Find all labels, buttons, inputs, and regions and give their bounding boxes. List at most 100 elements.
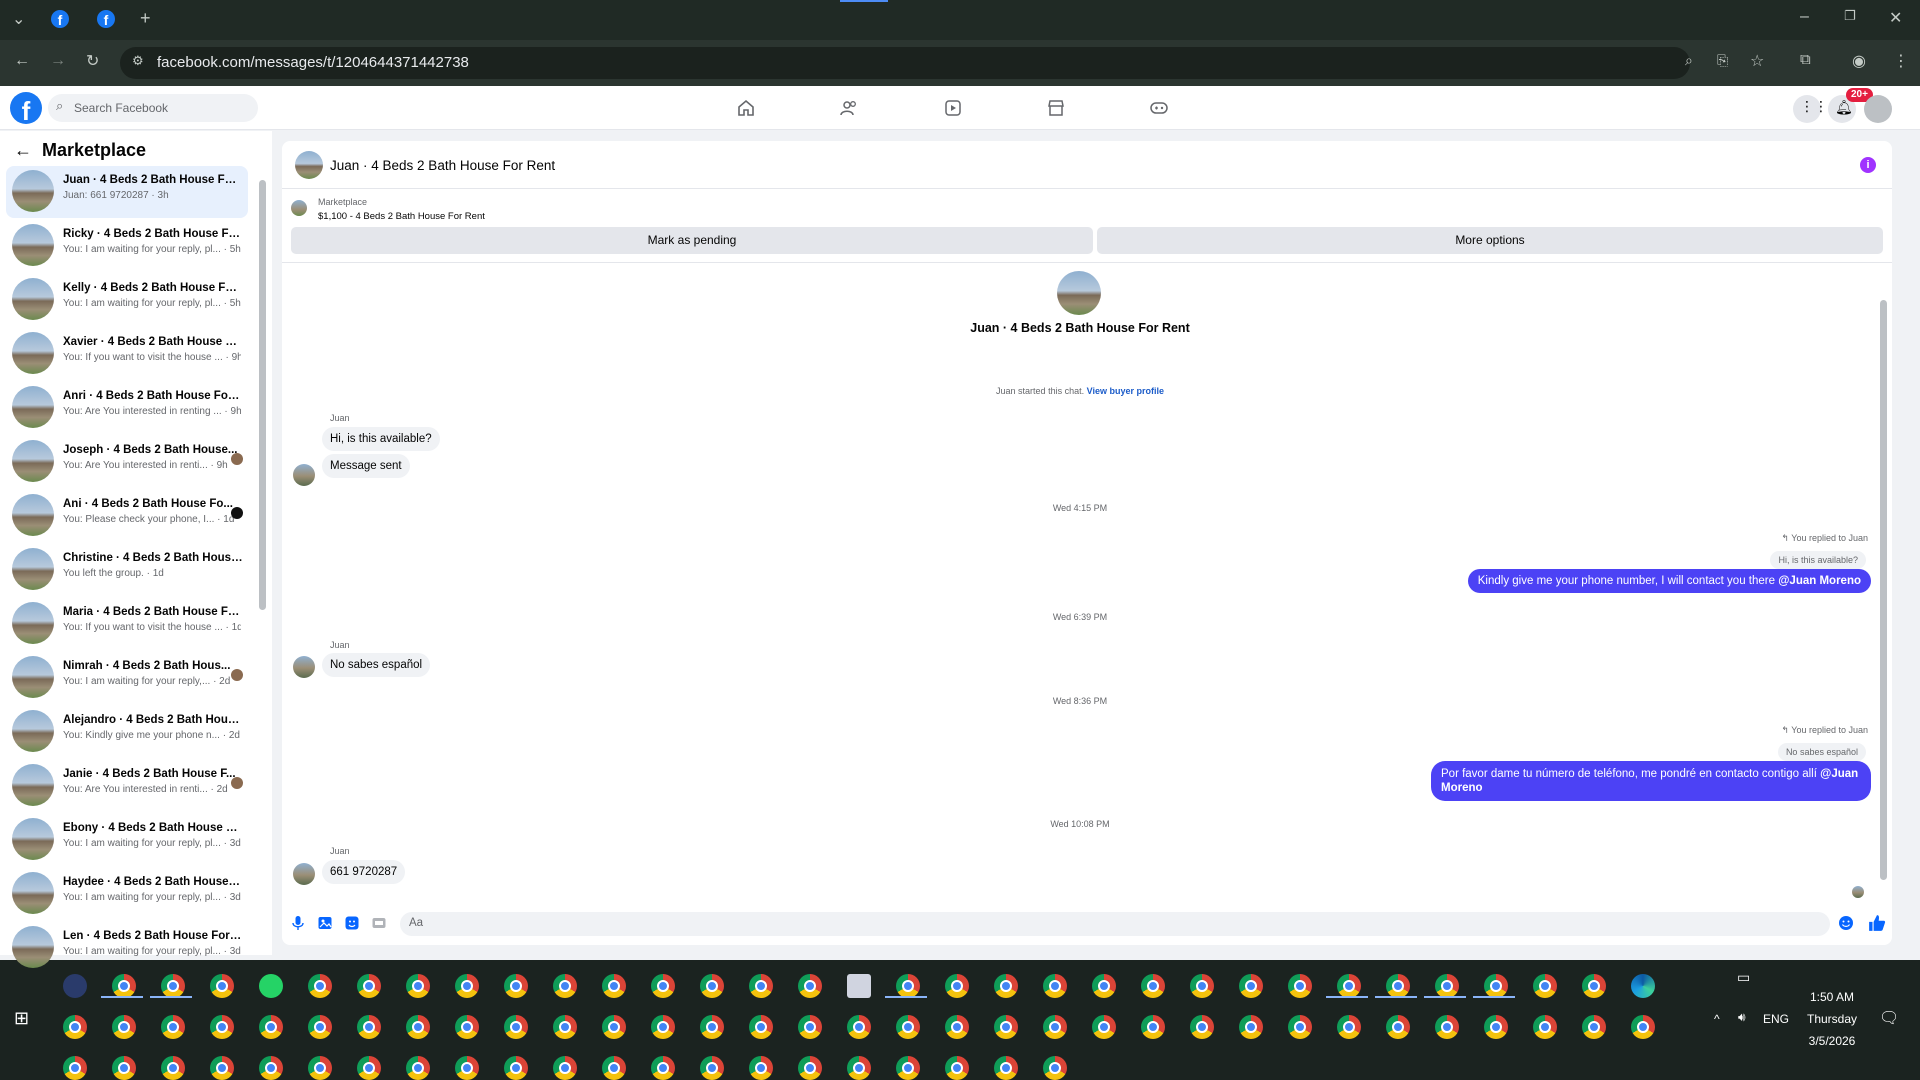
chrome-taskbar-icon[interactable] [994, 974, 1018, 998]
chrome-taskbar-icon[interactable] [553, 974, 577, 998]
chrome-taskbar-icon[interactable] [406, 1056, 430, 1080]
chrome-taskbar-icon[interactable] [1484, 974, 1508, 998]
chrome-taskbar-icon[interactable] [455, 1015, 479, 1039]
chrome-taskbar-icon[interactable] [1484, 1015, 1508, 1039]
conversation-item[interactable]: Anri · 4 Beds 2 Bath House For ... You: A… [6, 382, 248, 434]
conversation-item[interactable]: Alejandro · 4 Beds 2 Bath Hous... You: Ki… [6, 706, 248, 758]
chrome-taskbar-icon[interactable] [896, 1056, 920, 1080]
chrome-taskbar-icon[interactable] [945, 974, 969, 998]
chrome-taskbar-icon[interactable] [357, 1015, 381, 1039]
conversation-item[interactable]: Xavier · 4 Beds 2 Bath House Fo... You: I… [6, 328, 248, 380]
chrome-taskbar-icon[interactable] [259, 1015, 283, 1039]
chrome-taskbar-icon[interactable] [798, 1056, 822, 1080]
whatsapp-icon[interactable] [259, 974, 283, 998]
facebook-tab-icon[interactable]: f [51, 10, 69, 28]
emoji-icon[interactable] [1838, 915, 1854, 931]
chrome-taskbar-icon[interactable] [1386, 974, 1410, 998]
conversation-item[interactable]: Juan · 4 Beds 2 Bath House For ... Juan: … [6, 166, 248, 218]
chrome-taskbar-icon[interactable] [504, 974, 528, 998]
edge-icon[interactable] [1631, 974, 1655, 998]
tab-list-chevron-icon[interactable]: ⌄ [12, 9, 25, 29]
new-tab-button[interactable]: + [140, 8, 151, 29]
chrome-taskbar-icon[interactable] [63, 1056, 87, 1080]
conversation-item[interactable]: Ani · 4 Beds 2 Bath House Fo... You: Plea… [6, 490, 248, 542]
chrome-taskbar-icon[interactable] [553, 1056, 577, 1080]
chrome-taskbar-icon[interactable] [1582, 1015, 1606, 1039]
chrome-taskbar-icon[interactable] [1582, 974, 1606, 998]
chrome-taskbar-icon[interactable] [1533, 974, 1557, 998]
chrome-taskbar-icon[interactable] [308, 1056, 332, 1080]
chrome-taskbar-icon[interactable] [1092, 1015, 1116, 1039]
browser-menu-icon[interactable]: ⋮ [1893, 51, 1909, 71]
conversation-item[interactable]: Ricky · 4 Beds 2 Bath House For... You: I… [6, 220, 248, 272]
info-icon[interactable]: i [1860, 157, 1876, 173]
volume-icon[interactable]: 🔊︎ [1738, 1010, 1746, 1025]
chrome-taskbar-icon[interactable] [847, 1056, 871, 1080]
chrome-taskbar-icon[interactable] [602, 974, 626, 998]
conversation-item[interactable]: Len · 4 Beds 2 Bath House For R... You: I… [6, 922, 248, 974]
facebook-logo[interactable]: f [10, 92, 42, 126]
chrome-taskbar-icon[interactable] [210, 1056, 234, 1080]
sender-avatar[interactable] [293, 863, 315, 885]
marketplace-icon[interactable] [1046, 98, 1066, 118]
gaming-icon[interactable] [1149, 98, 1169, 118]
chat-scrollbar[interactable] [1880, 300, 1887, 880]
chrome-taskbar-icon[interactable] [994, 1056, 1018, 1080]
chrome-taskbar-icon[interactable] [945, 1015, 969, 1039]
outgoing-message[interactable]: Kindly give me your phone number, I will… [1467, 569, 1871, 593]
chrome-taskbar-icon[interactable] [210, 1015, 234, 1039]
chrome-taskbar-icon[interactable] [700, 1056, 724, 1080]
extensions-icon[interactable]: ⧉ [1800, 51, 1811, 68]
chrome-taskbar-icon[interactable] [700, 974, 724, 998]
chrome-taskbar-icon[interactable] [847, 1015, 871, 1039]
chrome-taskbar-icon[interactable] [504, 1056, 528, 1080]
chrome-taskbar-icon[interactable] [553, 1015, 577, 1039]
conversation-item[interactable]: Maria · 4 Beds 2 Bath House Fo... You: If… [6, 598, 248, 650]
conversation-item[interactable]: Ebony · 4 Beds 2 Bath House Fo... You: I … [6, 814, 248, 866]
chrome-taskbar-icon[interactable] [112, 1015, 136, 1039]
chrome-taskbar-icon[interactable] [161, 1056, 185, 1080]
conversation-item[interactable]: Nimrah · 4 Beds 2 Bath Hous... You: I am … [6, 652, 248, 704]
chrome-taskbar-icon[interactable] [945, 1056, 969, 1080]
chrome-taskbar-icon[interactable] [700, 1015, 724, 1039]
like-icon[interactable] [1868, 914, 1886, 932]
chrome-taskbar-icon[interactable] [994, 1015, 1018, 1039]
listing-title[interactable]: $1,100 - 4 Beds 2 Bath House For Rent [318, 211, 485, 222]
notification-center-icon[interactable]: 🗨︎ [1879, 1008, 1899, 1028]
sender-avatar[interactable] [293, 464, 315, 486]
chrome-taskbar-icon[interactable] [112, 1056, 136, 1080]
minimize-icon[interactable]: – [1800, 8, 1809, 26]
url-text[interactable]: facebook.com/messages/t/1204644371442738 [157, 54, 469, 71]
conversation-item[interactable]: Christine · 4 Beds 2 Bath House... You le… [6, 544, 248, 596]
chrome-taskbar-icon[interactable] [308, 1015, 332, 1039]
chrome-taskbar-icon[interactable] [161, 974, 185, 998]
chrome-taskbar-icon[interactable] [651, 1056, 675, 1080]
chat-title[interactable]: Juan · 4 Beds 2 Bath House For Rent [330, 158, 555, 173]
chrome-taskbar-icon[interactable] [455, 1056, 479, 1080]
chrome-taskbar-icon[interactable] [896, 974, 920, 998]
incoming-message[interactable]: 661 9720287 [322, 860, 406, 884]
home-icon[interactable] [736, 98, 756, 118]
listing-thumbnail[interactable] [291, 200, 307, 216]
sticker-icon[interactable] [344, 915, 360, 931]
restore-icon[interactable]: ❐ [1844, 8, 1856, 24]
incoming-message[interactable]: Hi, is this available? [322, 427, 440, 451]
chrome-taskbar-icon[interactable] [455, 974, 479, 998]
chrome-taskbar-icon[interactable] [1386, 1015, 1410, 1039]
chrome-taskbar-icon[interactable] [1533, 1015, 1557, 1039]
back-icon[interactable]: ← [14, 52, 30, 70]
close-window-icon[interactable]: ✕ [1889, 8, 1902, 28]
zoom-icon[interactable]: ⌕ [1685, 52, 1693, 69]
outgoing-message[interactable]: Por favor dame tu número de teléfono, me… [1431, 761, 1871, 801]
chrome-taskbar-icon[interactable] [1435, 1015, 1459, 1039]
network-icon[interactable]: ▭ [1737, 969, 1750, 986]
start-icon[interactable]: ⊞ [14, 1008, 29, 1029]
chrome-taskbar-icon[interactable] [357, 1056, 381, 1080]
chrome-taskbar-icon[interactable] [749, 1015, 773, 1039]
chrome-taskbar-icon[interactable] [749, 1056, 773, 1080]
clock-date[interactable]: 3/5/2026 [1792, 1034, 1872, 1048]
video-icon[interactable] [943, 98, 963, 118]
clock-day[interactable]: Thursday [1792, 1012, 1872, 1026]
clock-time[interactable]: 1:50 AM [1792, 990, 1872, 1004]
mark-as-pending-button[interactable]: Mark as pending [291, 227, 1093, 254]
